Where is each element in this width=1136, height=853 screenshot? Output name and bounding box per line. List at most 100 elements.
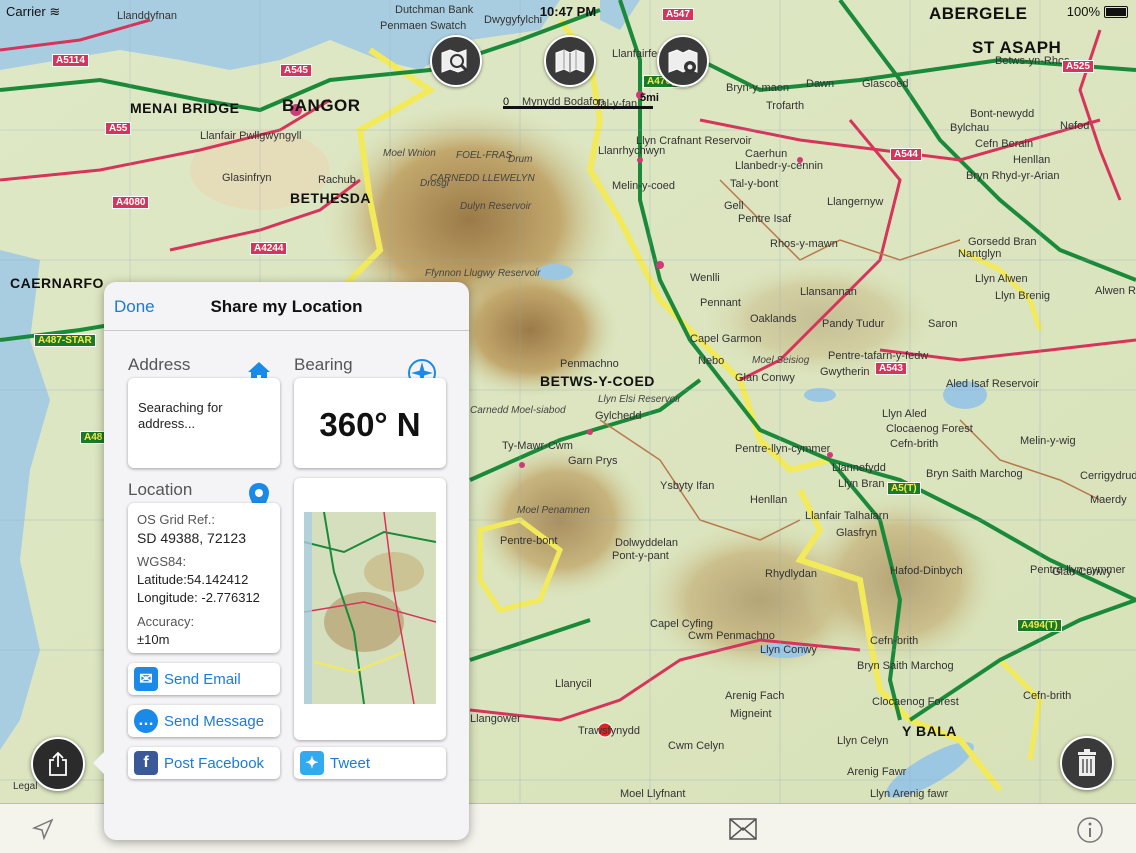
- maps-button[interactable]: [544, 35, 596, 87]
- map-label-village: Caerhun: [745, 148, 788, 160]
- map-label-village: Pont-y-pant: [612, 550, 669, 562]
- map-label-village: Moel Llyfnant: [620, 788, 686, 800]
- map-label-village: Llanrhychwyn: [598, 145, 666, 157]
- map-label-village: Pandy Tudur: [822, 318, 885, 330]
- map-label-village: Pennant: [700, 297, 741, 309]
- map-label-village: Pentre-bont: [500, 535, 558, 547]
- address-card: Searaching for address...: [128, 378, 280, 468]
- map-label-village: Nebo: [698, 355, 725, 367]
- map-label-village: Garn Prys: [568, 455, 618, 467]
- map-label-village: Pentre-tafarn-y-fedw: [828, 350, 929, 362]
- map-label-village: Ysbyty Ifan: [660, 480, 715, 492]
- map-label-village: Bylchau: [950, 122, 990, 134]
- map-label-village: Rachub: [318, 174, 356, 186]
- map-label-village: Arenig Fach: [725, 690, 785, 702]
- map-label-village: Cefn-brith: [1023, 690, 1072, 702]
- info-icon[interactable]: [1076, 816, 1104, 844]
- facebook-icon: f: [134, 751, 158, 775]
- tweet-button[interactable]: ✦ Tweet: [294, 747, 446, 779]
- map-label-town: Y BALA: [902, 723, 957, 739]
- map-label-town: BETHESDA: [290, 190, 372, 206]
- map-label-village: Melin-y-wig: [1020, 435, 1076, 447]
- map-label-village: Dawn: [806, 78, 835, 90]
- map-label-village: Nefod: [1060, 120, 1090, 132]
- map-label-village: Bont-newydd: [970, 108, 1035, 120]
- road-sign: A494(T): [1017, 619, 1062, 632]
- map-label-village: Clocaenog Forest: [886, 423, 973, 435]
- twitter-icon: ✦: [300, 751, 324, 775]
- map-search-button[interactable]: [430, 35, 482, 87]
- scale-bar: 0 5mi: [503, 92, 659, 112]
- share-button[interactable]: [31, 737, 85, 791]
- map-label-village: Llansannan: [800, 286, 857, 298]
- accuracy-value: ±10m: [137, 632, 170, 647]
- road-sign: A5(T): [887, 482, 921, 495]
- map-envelope-icon[interactable]: [729, 818, 757, 840]
- map-label-village: Llyn Bran: [838, 478, 885, 490]
- map-settings-button[interactable]: [657, 35, 709, 87]
- map-label-village: Llangower: [470, 713, 521, 725]
- map-thumbnail-card[interactable]: [294, 478, 446, 740]
- location-heading: Location: [128, 480, 193, 499]
- map-label-village: Henllan: [750, 494, 788, 506]
- map-label-hill: Moel Penamnen: [517, 505, 590, 516]
- send-email-button[interactable]: ✉ Send Email: [128, 663, 280, 695]
- map-label-village: Cefn Berain: [975, 138, 1034, 150]
- map-label-hill: Ffynnon Llugwy Reservoir: [425, 268, 541, 279]
- map-label-village: Llanbedr-y-cennin: [735, 160, 824, 172]
- battery-indicator: 100%: [1067, 4, 1128, 19]
- delete-button[interactable]: [1060, 736, 1114, 790]
- wgs84-label: WGS84:: [137, 554, 187, 569]
- post-facebook-button[interactable]: f Post Facebook: [128, 747, 280, 779]
- popover-header: Done Share my Location: [104, 282, 469, 331]
- map-label-village: Aled Isaf Reservoir: [946, 378, 1039, 390]
- map-label-village: Wenlli: [690, 272, 720, 284]
- scale-end: 5mi: [640, 92, 659, 104]
- road-sign: A487-STAR: [34, 334, 96, 347]
- map-label-village: Penmachno: [560, 358, 619, 370]
- map-label-village: Llyn Alwen: [975, 273, 1028, 285]
- clock: 10:47 PM: [539, 4, 597, 19]
- location-details: OS Grid Ref.: SD 49388, 72123 WGS84: Lat…: [137, 511, 260, 649]
- map-label-village: Gell: [724, 200, 744, 212]
- map-label-hill: Dulyn Reservoir: [460, 201, 532, 212]
- map-label-village: Glan Conwy: [735, 372, 795, 384]
- map-label-village: Rhydlydan: [765, 568, 817, 580]
- map-label-village: Gwytherin: [820, 366, 870, 378]
- message-bubble-icon: …: [134, 709, 158, 733]
- send-message-button[interactable]: … Send Message: [128, 705, 280, 737]
- map-label-hill: Carnedd Moel-siabod: [470, 405, 566, 416]
- road-sign: A545: [280, 64, 312, 77]
- legal-link[interactable]: Legal: [13, 781, 37, 792]
- map-label-village: Capel Cyfing: [650, 618, 713, 630]
- latitude-value: 54.142412: [186, 572, 249, 587]
- road-sign: A543: [875, 362, 907, 375]
- map-label-village: Glascoed: [862, 78, 909, 90]
- map-label-village: Saron: [928, 318, 958, 330]
- map-label-village: Cefn-brith: [890, 438, 939, 450]
- map-label-village: Llyn Celyn: [837, 735, 889, 747]
- map-label-village: Clocaenog Forest: [872, 696, 959, 708]
- map-label-village: Cwm Penmachno: [688, 630, 775, 642]
- road-sign: A544: [890, 148, 922, 161]
- location-arrow-icon[interactable]: [32, 818, 54, 840]
- road-sign: A48: [80, 431, 107, 444]
- map-label-village: Llyn Arenig fawr: [870, 788, 949, 800]
- map-label-village: Betws-yn-Rhos: [995, 55, 1070, 67]
- map-label-village: Rhos-y-mawn: [770, 238, 838, 250]
- map-label-village: Tal-y-bont: [730, 178, 779, 190]
- map-label-village: Trofarth: [766, 100, 805, 112]
- map-label-village: Pentre Isaf: [738, 213, 792, 225]
- map-label-village: Melin-y-coed: [612, 180, 675, 192]
- map-label-village: Bryn Rhyd-yr-Arian: [966, 170, 1060, 182]
- envelope-icon: ✉: [134, 667, 158, 691]
- status-bar: Carrier ≋ 10:47 PM 100%: [0, 0, 1136, 22]
- accuracy-label: Accuracy:: [137, 614, 195, 629]
- map-book-icon: [555, 49, 585, 73]
- address-heading: Address: [128, 355, 191, 374]
- map-label-village: Arenig Fawr: [847, 766, 907, 778]
- map-label-village: Ty-Mawr-Cwm: [502, 440, 573, 452]
- map-label-village: Llanycil: [555, 678, 592, 690]
- map-label-village: Llyn Brenig: [995, 290, 1051, 302]
- map-settings-icon: [668, 49, 698, 73]
